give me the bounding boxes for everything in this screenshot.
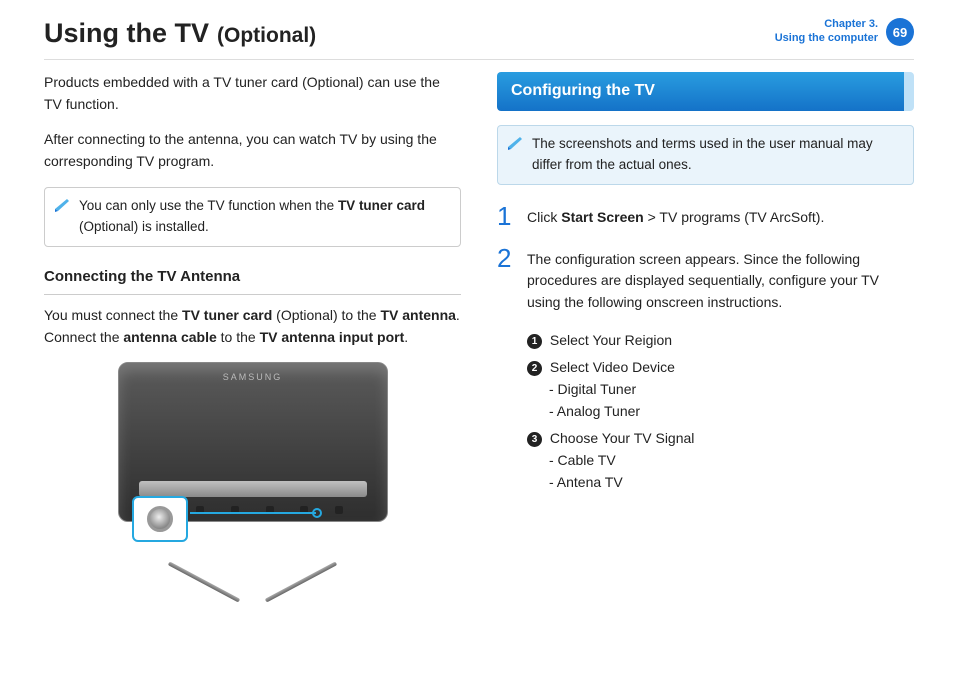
bullet-2: 2 Select Video Device - Digital Tuner - … (527, 357, 914, 422)
note-text-suffix: (Optional) is installed. (79, 219, 209, 234)
step-number-2: 2 (497, 245, 515, 314)
subheading-antenna: Connecting the TV Antenna (44, 265, 461, 288)
title-wrap: Using the TV (Optional) (44, 18, 316, 49)
monitor-port (335, 506, 343, 514)
intro-paragraph-1: Products embedded with a TV tuner card (… (44, 72, 461, 115)
page-header: Using the TV (Optional) Chapter 3. Using… (0, 0, 954, 59)
chapter-line-1: Chapter 3. (775, 18, 878, 32)
t2: TV tuner card (182, 307, 272, 323)
step-2-body: The configuration screen appears. Since … (527, 245, 914, 314)
circled-number-1: 1 (527, 334, 542, 349)
bullet-1: 1 Select Your Reigion (527, 330, 914, 352)
note-text-bold: TV tuner card (338, 198, 425, 213)
bullet-3-text: Choose Your TV Signal (550, 430, 695, 446)
bullet-3-opt-1: - Cable TV (527, 450, 914, 472)
circled-number-3: 3 (527, 432, 542, 447)
t7: to the (217, 329, 260, 345)
bullet-2-opt-1: - Digital Tuner (527, 379, 914, 401)
bullet-1-text: Select Your Reigion (550, 332, 672, 348)
section-banner-configuring: Configuring the TV (497, 72, 914, 111)
left-column: Products embedded with a TV tuner card (… (44, 72, 461, 572)
illustration-monitor-antenna: SAMSUNG (44, 362, 461, 572)
monitor-brand-label: SAMSUNG (119, 371, 387, 385)
bullet-2-text: Select Video Device (550, 359, 675, 375)
chapter-info: Chapter 3. Using the computer (775, 18, 878, 46)
callout-coax-card (132, 496, 188, 542)
t4: TV antenna (380, 307, 455, 323)
bullet-3-opt-2: - Antena TV (527, 472, 914, 494)
step-1: 1 Click Start Screen > TV programs (TV A… (497, 203, 914, 229)
step-2-text: The configuration screen appears. Since … (527, 251, 879, 310)
circled-number-2: 2 (527, 361, 542, 376)
s1b: Start Screen (561, 209, 643, 225)
note-text-prefix: You can only use the TV function when th… (79, 198, 338, 213)
note-icon (506, 133, 524, 158)
note-box-screenshots: The screenshots and terms used in the us… (497, 125, 914, 185)
s1c: > TV programs (TV ArcSoft). (644, 209, 825, 225)
step-2: 2 The configuration screen appears. Sinc… (497, 245, 914, 314)
coax-connector-icon (147, 506, 173, 532)
s1a: Click (527, 209, 561, 225)
note-box-tuner: You can only use the TV function when th… (44, 187, 461, 247)
t9: . (404, 329, 408, 345)
t8: TV antenna input port (260, 329, 405, 345)
antenna-paragraph: You must connect the TV tuner card (Opti… (44, 305, 461, 348)
step-1-body: Click Start Screen > TV programs (TV Arc… (527, 203, 914, 229)
intro-paragraph-2: After connecting to the antenna, you can… (44, 129, 461, 172)
header-divider (44, 59, 914, 60)
right-column: Configuring the TV The screenshots and t… (497, 72, 914, 572)
chapter-line-2: Using the computer (775, 32, 878, 46)
page-title: Using the TV (44, 18, 209, 49)
monitor-leg-left (168, 562, 241, 603)
content-columns: Products embedded with a TV tuner card (… (0, 72, 954, 572)
monitor-leg-right (265, 562, 338, 603)
header-right: Chapter 3. Using the computer 69 (775, 18, 914, 46)
t3: (Optional) to the (272, 307, 380, 323)
bullet-3: 3 Choose Your TV Signal - Cable TV - Ant… (527, 428, 914, 493)
bullet-2-opt-2: - Analog Tuner (527, 401, 914, 423)
monitor-stand-bar (139, 481, 367, 497)
page-number-badge: 69 (886, 18, 914, 46)
note-icon (53, 195, 71, 220)
note-screenshots-text: The screenshots and terms used in the us… (532, 136, 873, 172)
callout-line (190, 512, 316, 514)
t1: You must connect the (44, 307, 182, 323)
page-title-suffix: (Optional) (217, 24, 316, 48)
t6: antenna cable (123, 329, 216, 345)
step-number-1: 1 (497, 203, 515, 229)
subheading-divider (44, 294, 461, 295)
config-sub-list: 1 Select Your Reigion 2 Select Video Dev… (497, 330, 914, 494)
